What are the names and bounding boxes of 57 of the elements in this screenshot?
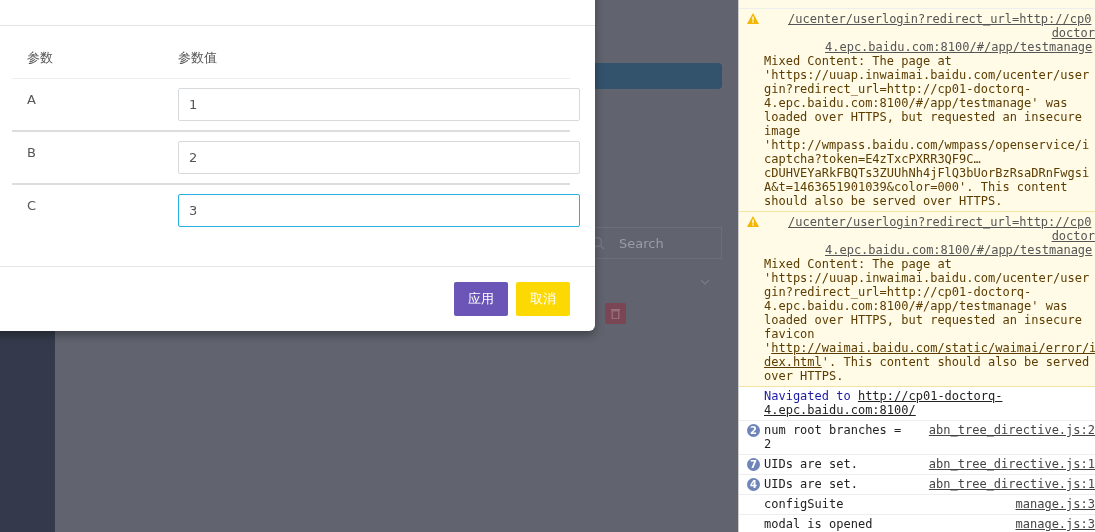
console-message-line: loaded over HTTPS, but requested an insecure (764, 313, 1083, 327)
console-message-line: UIDs are set. (764, 477, 858, 491)
console-message-line: A&t=1463651901039&color=000'. This content (764, 180, 1069, 194)
message-link[interactable]: dex.html (764, 355, 822, 369)
console-message-line: gin?redirect_url=http://cp01-doctorq- (764, 82, 1033, 96)
column-header: 参数 (27, 49, 54, 67)
parameter-value-input[interactable]: 2 (178, 141, 580, 174)
console-message-line: 'http://wmpass.baidu.com/wmpass/openservice/i (764, 138, 1091, 152)
message-link[interactable]: 4.epc.baidu.com:8100/ (764, 403, 916, 417)
console-message-line: dex.html'. This content should also be served (764, 355, 1091, 369)
parameter-name: C (27, 197, 38, 215)
console-message-line: 4.epc.baidu.com:8100/#/app/testmanage' was (764, 299, 1069, 313)
console-message-line: image (764, 124, 802, 138)
console-message-line: should also be served over HTTPS. (764, 194, 1004, 208)
console-message-line: configSuite (764, 497, 844, 511)
source-link[interactable]: doctor (764, 229, 1095, 243)
source-link[interactable]: manage.js:3 (1005, 497, 1095, 511)
source-link[interactable]: doctor (764, 26, 1095, 40)
repeat-count-badge: 4 (747, 478, 760, 491)
console-message-line: UIDs are set. (764, 457, 858, 471)
apply-button[interactable]: 应用 (454, 282, 508, 316)
parameter-value-input[interactable]: 1 (178, 88, 580, 121)
repeat-count-badge: 2 (747, 424, 760, 437)
navigation-label: Navigated to (764, 389, 852, 403)
parameter-value-input[interactable]: 3 (178, 194, 580, 227)
console-message-line: modal is opened (764, 517, 873, 531)
source-link[interactable]: abn_tree_directive.js:2 (918, 423, 1095, 451)
console-message-line: 2 (764, 437, 773, 451)
console-message-line: 'https://uuap.inwaimai.baidu.com/ucenter/user (764, 271, 1091, 285)
console-message-line: over HTTPS. (764, 369, 845, 383)
console-message-line: favicon (764, 327, 816, 341)
warning-icon (747, 13, 759, 24)
console-message-line: 4.epc.baidu.com:8100/#/app/testmanage' was (764, 96, 1069, 110)
console-message-line: cDUHVEYaRkFBQTs3ZUUhNh4jFlQ3bUorBzRsaDRnFwgsi (764, 166, 1091, 180)
parameter-name: A (27, 91, 37, 109)
trash-icon (611, 308, 620, 319)
source-link[interactable]: manage.js:3 (1005, 517, 1095, 531)
source-link[interactable]: /ucenter/userlogin?redirect_url=http://cp0 (764, 215, 1095, 229)
warning-icon (747, 216, 759, 227)
source-link[interactable]: /ucenter/userlogin?redirect_url=http://cp0 (764, 12, 1095, 26)
console-message-line: loaded over HTTPS, but requested an insecure (764, 110, 1083, 124)
message-link[interactable]: http://waimai.baidu.com/static/waimai/error/i (771, 341, 1095, 355)
column-header: 参数值 (178, 49, 218, 67)
console-message-line: gin?redirect_url=http://cp01-doctorq- (764, 285, 1033, 299)
source-link[interactable]: abn_tree_directive.js:1 (918, 477, 1095, 491)
console-message-line: Mixed Content: The page at (764, 54, 953, 68)
console-message-line: 'http://waimai.baidu.com/static/waimai/error/i (764, 341, 1095, 355)
source-link[interactable]: abn_tree_directive.js:1 (918, 457, 1095, 471)
console-message-line: captcha?token=E4zTxcPXRR3QF9C… (764, 152, 982, 166)
repeat-count-badge: 7 (747, 458, 760, 471)
console-message-line: Mixed Content: The page at (764, 257, 953, 271)
message-link[interactable]: http://cp01-doctorq- (857, 389, 1003, 403)
source-link[interactable]: 4.epc.baidu.com:8100/#/app/testmanage (764, 40, 1095, 54)
console-message-line: num root branches = (764, 423, 902, 437)
source-link[interactable]: 4.epc.baidu.com:8100/#/app/testmanage (764, 243, 1095, 257)
console-message-line: 'https://uuap.inwaimai.baidu.com/ucenter/user (764, 68, 1091, 82)
parameter-name: B (27, 144, 37, 162)
